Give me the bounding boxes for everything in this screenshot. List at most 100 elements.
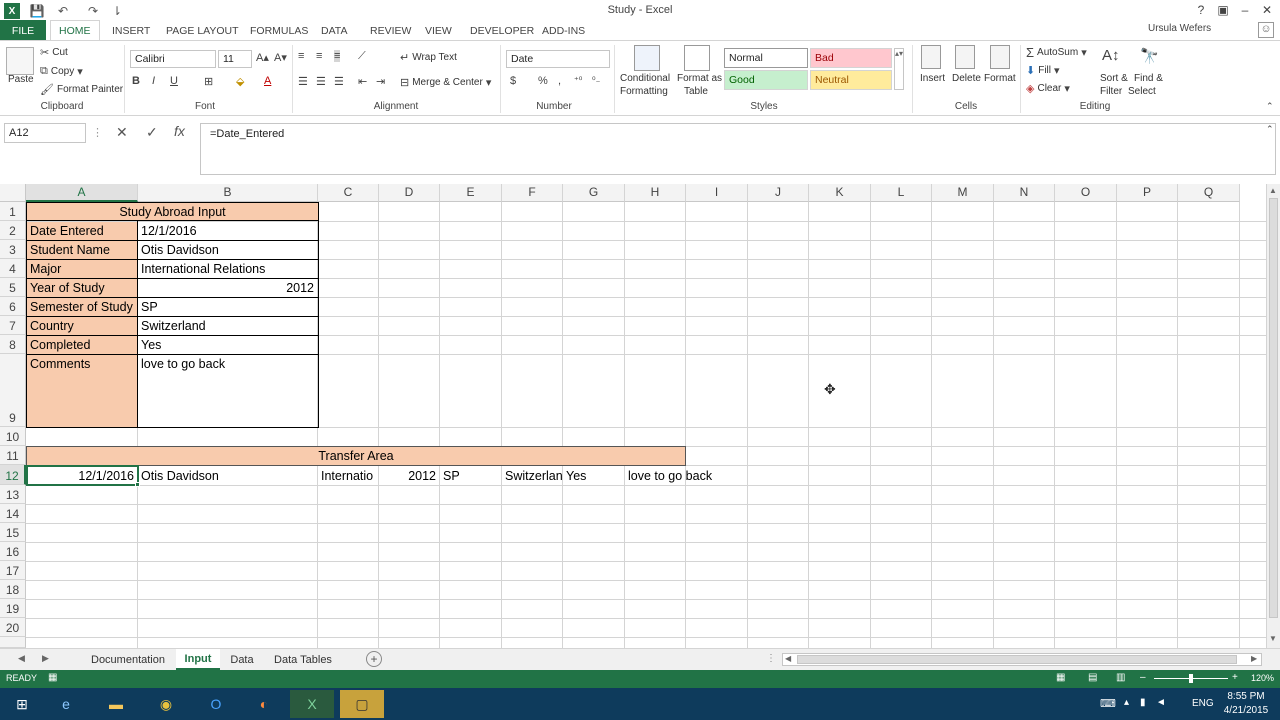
select-all-button[interactable]: [0, 184, 26, 202]
zoom-out-icon[interactable]: –: [1140, 672, 1146, 683]
cancel-entry-icon[interactable]: ✕: [116, 124, 128, 141]
label-year-of-study[interactable]: Year of Study: [27, 279, 137, 297]
transfer-area-title[interactable]: Transfer Area: [26, 446, 686, 466]
sheet-tab-data[interactable]: Data: [224, 649, 260, 670]
bold-button[interactable]: B: [132, 75, 140, 87]
row-header-18[interactable]: 18: [0, 580, 26, 599]
format-painter-button[interactable]: 🖌 Format Painter: [40, 83, 123, 96]
row-header-11[interactable]: 11: [0, 446, 26, 465]
sort-filter-sub[interactable]: Filter: [1100, 86, 1122, 97]
paste-icon[interactable]: [6, 47, 34, 75]
merge-center-button[interactable]: ⊟ Merge & Center ▾: [400, 76, 491, 89]
transfer-student[interactable]: Otis Davidson: [138, 467, 317, 485]
column-header-h[interactable]: H: [625, 184, 686, 202]
wrap-text-button[interactable]: ↵ Wrap Text: [400, 51, 457, 64]
row-header-12[interactable]: 12: [0, 465, 26, 485]
row-header-1[interactable]: 1: [0, 202, 26, 221]
label-student-name[interactable]: Student Name: [27, 241, 137, 259]
collapse-formula-icon[interactable]: ⌃: [1266, 124, 1274, 135]
conditional-formatting-button[interactable]: Conditional: [620, 73, 670, 84]
next-sheet-icon[interactable]: ▶: [42, 653, 49, 664]
delete-cells-icon[interactable]: [955, 45, 975, 69]
tab-view[interactable]: VIEW: [417, 20, 460, 41]
find-select-sub[interactable]: Select: [1128, 86, 1156, 97]
clock-time[interactable]: 8:55 PM: [1226, 691, 1266, 702]
align-center-icon[interactable]: ☰: [316, 75, 326, 88]
grow-font-icon[interactable]: A▴: [256, 51, 269, 64]
column-header-k[interactable]: K: [809, 184, 871, 202]
sheet-tab-input[interactable]: Input: [176, 649, 220, 670]
tab-formulas[interactable]: FORMULAS: [242, 20, 316, 41]
column-header-f[interactable]: F: [502, 184, 563, 202]
row-header-10[interactable]: 10: [0, 427, 26, 446]
transfer-country[interactable]: Switzerlan: [502, 467, 562, 485]
zoom-level[interactable]: 120%: [1251, 673, 1274, 683]
binoculars-icon[interactable]: 🔭: [1140, 47, 1159, 65]
column-header-p[interactable]: P: [1117, 184, 1178, 202]
font-size-select[interactable]: 11: [218, 50, 252, 68]
label-major[interactable]: Major: [27, 260, 137, 278]
autosum-button[interactable]: Σ AutoSum ▾: [1026, 45, 1087, 60]
format-as-table-icon[interactable]: [684, 45, 710, 71]
label-comments[interactable]: Comments: [27, 355, 137, 427]
tab-split-icon[interactable]: ⋮: [766, 653, 776, 664]
format-cells-icon[interactable]: [990, 45, 1010, 69]
align-bottom-icon[interactable]: ≡: [334, 50, 341, 62]
chrome-icon[interactable]: ◉: [144, 690, 188, 718]
cut-button[interactable]: ✂ Cut: [40, 46, 68, 59]
file-explorer-icon[interactable]: ▬: [94, 690, 138, 718]
format-as-table-button[interactable]: Format as: [677, 73, 722, 84]
align-top-icon[interactable]: ≡: [298, 50, 304, 62]
sort-filter-icon[interactable]: A↕: [1102, 47, 1120, 64]
italic-button[interactable]: I: [152, 75, 155, 87]
user-name[interactable]: Ursula Wefers: [1148, 23, 1211, 34]
row-header-7[interactable]: 7: [0, 316, 26, 335]
internet-explorer-icon[interactable]: e: [44, 690, 88, 718]
style-good[interactable]: Good: [724, 70, 808, 90]
transfer-comments[interactable]: love to go back: [625, 467, 745, 485]
column-header-n[interactable]: N: [994, 184, 1055, 202]
row-header-9[interactable]: 9: [0, 354, 26, 427]
column-header-e[interactable]: E: [440, 184, 502, 202]
sheet-tab-data-tables[interactable]: Data Tables: [266, 649, 340, 670]
paste-button[interactable]: Paste: [8, 74, 34, 85]
transfer-semester[interactable]: SP: [440, 467, 501, 485]
value-semester[interactable]: SP: [138, 298, 317, 316]
increase-decimal-icon[interactable]: ⁺⁰: [574, 75, 582, 86]
copy-button[interactable]: ⧉ Copy ▾: [40, 65, 83, 78]
zoom-in-icon[interactable]: +: [1232, 672, 1238, 683]
tab-page-layout[interactable]: PAGE LAYOUT: [158, 20, 247, 41]
align-middle-icon[interactable]: ≡: [316, 50, 322, 62]
column-header-g[interactable]: G: [563, 184, 625, 202]
format-button[interactable]: Format: [984, 73, 1016, 84]
horizontal-scrollbar[interactable]: ◀ ▶: [782, 653, 1262, 666]
column-header-a[interactable]: A: [26, 184, 138, 202]
sort-filter-button[interactable]: Sort &: [1100, 73, 1128, 84]
page-break-view-icon[interactable]: ▥: [1116, 672, 1125, 683]
row-header-2[interactable]: 2: [0, 221, 26, 240]
tab-add-ins[interactable]: ADD-INS: [534, 20, 593, 41]
insert-function-icon[interactable]: fx: [174, 123, 185, 139]
page-layout-view-icon[interactable]: ▤: [1088, 672, 1097, 683]
column-header-l[interactable]: L: [871, 184, 932, 202]
decrease-indent-icon[interactable]: ⇤: [358, 75, 367, 88]
avatar[interactable]: ☺: [1258, 22, 1274, 38]
scrollbar-thumb[interactable]: [1269, 198, 1278, 618]
find-select-button[interactable]: Find &: [1134, 73, 1163, 84]
tab-data[interactable]: DATA: [313, 20, 355, 41]
column-header-b[interactable]: B: [138, 184, 318, 202]
row-header-14[interactable]: 14: [0, 504, 26, 523]
normal-view-icon[interactable]: ▦: [1056, 672, 1065, 683]
confirm-entry-icon[interactable]: ✓: [146, 124, 158, 141]
firefox-icon[interactable]: ◐: [242, 690, 286, 718]
minimize-icon[interactable]: –: [1234, 0, 1256, 20]
sheet-tab-documentation[interactable]: Documentation: [84, 649, 172, 670]
column-header-o[interactable]: O: [1055, 184, 1117, 202]
clock-date[interactable]: 4/21/2015: [1220, 705, 1272, 716]
number-format-select[interactable]: Date: [506, 50, 610, 68]
macro-record-icon[interactable]: ▦: [48, 672, 57, 683]
column-header-q[interactable]: Q: [1178, 184, 1240, 202]
percent-button[interactable]: %: [538, 75, 548, 87]
value-country[interactable]: Switzerland: [138, 317, 317, 335]
value-major[interactable]: International Relations: [138, 260, 317, 278]
